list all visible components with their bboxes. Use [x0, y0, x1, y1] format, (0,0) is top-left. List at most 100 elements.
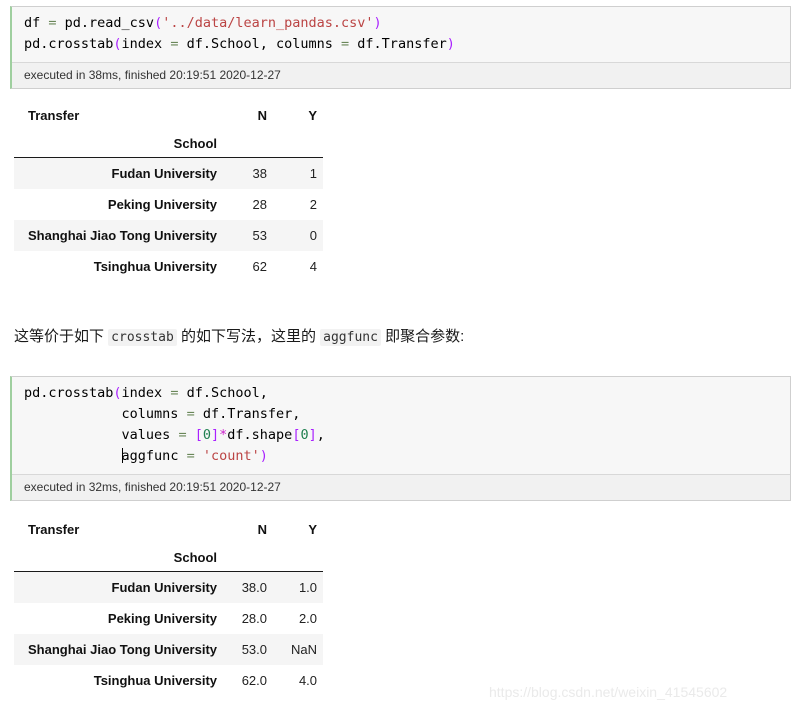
row-index-label: Fudan University: [14, 157, 224, 189]
table-row: Shanghai Jiao Tong University 53.0 NaN: [14, 634, 324, 665]
code-token: =: [186, 406, 195, 422]
dataframe-output-2: Transfer N Y School Fudan University 38.0…: [14, 518, 324, 697]
prose-text-part-3: 即聚合参数:: [380, 328, 465, 345]
site-watermark: https://blog.csdn.net/weixin_41545602: [489, 684, 728, 700]
code-token: 0: [202, 427, 211, 443]
table-cell-y: NaN: [273, 634, 324, 665]
column-header-y: Y: [308, 522, 318, 537]
columns-name-row: Transfer N Y: [14, 104, 323, 128]
code-token: (: [113, 385, 122, 401]
code-cell-1[interactable]: df = pd.read_csv('../data/learn_pandas.c…: [10, 6, 791, 89]
code-token: =: [186, 448, 195, 464]
code-token: (: [154, 15, 163, 31]
code-token: (: [113, 36, 122, 52]
column-header-n: N: [257, 108, 268, 123]
columns-axis-name: Transfer: [28, 522, 80, 537]
code-token: pd.read_csv: [56, 15, 155, 31]
prose-text-part-2: 的如下写法，这里的: [176, 328, 321, 345]
prose-text-part-1: 这等价于如下: [14, 328, 109, 345]
inline-code-crosstab: crosstab: [108, 329, 177, 346]
code-cell-2[interactable]: pd.crosstab(index = df.School, columns =…: [10, 376, 791, 501]
code-token: pd.crosstab: [24, 385, 114, 401]
code-token: ]: [211, 427, 220, 443]
dataframe-table-2: Transfer N Y School Fudan University 38.0…: [14, 518, 324, 697]
column-header-y: Y: [308, 108, 318, 123]
index-row-spacer-n: [223, 128, 274, 158]
code-token: ): [373, 15, 382, 31]
table-cell-y: 2: [309, 197, 318, 212]
row-index-label: Peking University: [107, 611, 218, 626]
index-row-spacer-n: [223, 542, 274, 572]
index-row-spacer-y: [273, 542, 324, 572]
table-cell-y: 4: [309, 259, 318, 274]
index-name-row: School: [14, 542, 324, 572]
table-cell-n: 38.0: [223, 571, 274, 603]
row-index-label: Peking University: [107, 197, 218, 212]
table-row: Tsinghua University 62.0 4.0: [14, 665, 323, 696]
row-index-label: Shanghai Jiao Tong University: [14, 220, 224, 251]
code-token: index: [121, 36, 171, 52]
table-row: Fudan University 38 1: [14, 157, 324, 189]
index-axis-name: School: [14, 128, 224, 158]
code-token: [: [194, 427, 203, 443]
table-cell-n: 62: [252, 259, 268, 274]
table-row: Tsinghua University 62 4: [14, 251, 323, 282]
code-token: 'count': [202, 448, 260, 464]
code-token: df.shape: [227, 427, 293, 443]
explanatory-paragraph: 这等价于如下 crosstab 的如下写法，这里的 aggfunc 即聚合参数:: [14, 326, 464, 349]
code-token: index: [121, 385, 171, 401]
table-row: Fudan University 38.0 1.0: [14, 571, 324, 603]
table-row: Peking University 28 2: [14, 189, 323, 220]
code-token: columns: [24, 406, 187, 422]
execution-status-2: executed in 32ms, finished 20:19:51 2020…: [12, 474, 790, 500]
table-body-2: Fudan University 38.0 1.0 Peking University…: [14, 571, 324, 697]
code-token: =: [178, 427, 187, 443]
code-token: df.Transfer: [349, 36, 447, 52]
table-cell-n: 28: [252, 197, 268, 212]
code-token: '../data/learn_pandas.csv': [162, 15, 374, 31]
execution-status-1: executed in 38ms, finished 20:19:51 2020…: [12, 62, 790, 88]
dataframe-table-1: Transfer N Y School Fudan University 38 1 P…: [14, 104, 324, 283]
code-token: values: [24, 427, 179, 443]
code-editor-2[interactable]: pd.crosstab(index = df.School, columns =…: [12, 377, 790, 474]
index-row-spacer-y: [273, 128, 324, 158]
columns-axis-name: Transfer: [28, 108, 80, 123]
code-token: df.Transfer,: [194, 406, 301, 422]
table-row: Peking University 28.0 2.0: [14, 603, 323, 634]
table-cell-n: 53: [223, 220, 274, 251]
row-index-label: Tsinghua University: [93, 259, 218, 274]
table-body-1: Fudan University 38 1 Peking University 28 2 S…: [14, 157, 324, 283]
table-cell-n: 38: [223, 157, 274, 189]
column-header-n: N: [257, 522, 268, 537]
code-token: ): [259, 448, 268, 464]
code-token: aggfunc: [121, 448, 187, 464]
code-token: =: [48, 15, 57, 31]
code-token: ): [446, 36, 455, 52]
row-index-label: Fudan University: [14, 571, 224, 603]
table-header-2: Transfer N Y School: [14, 518, 324, 572]
index-axis-name: School: [14, 542, 224, 572]
table-cell-y: 2.0: [298, 611, 318, 626]
code-token: pd.crosstab: [24, 36, 114, 52]
table-cell-n: 53.0: [223, 634, 274, 665]
inline-code-aggfunc: aggfunc: [320, 329, 381, 346]
dataframe-output-1: Transfer N Y School Fudan University 38 1 P…: [14, 104, 324, 283]
table-cell-y: 1: [273, 157, 324, 189]
code-token: ]: [308, 427, 317, 443]
table-cell-n: 62.0: [241, 673, 268, 688]
row-index-label: Shanghai Jiao Tong University: [14, 634, 224, 665]
columns-name-row: Transfer N Y: [14, 518, 323, 542]
row-index-label: Tsinghua University: [93, 673, 218, 688]
table-cell-n: 28.0: [241, 611, 268, 626]
code-token: df: [24, 15, 49, 31]
code-token: ,: [316, 427, 325, 443]
code-token: df.School, columns: [178, 36, 342, 52]
code-editor-1[interactable]: df = pd.read_csv('../data/learn_pandas.c…: [12, 7, 790, 62]
table-row: Shanghai Jiao Tong University 53 0: [14, 220, 324, 251]
index-name-row: School: [14, 128, 324, 158]
table-cell-y: 4.0: [298, 673, 318, 688]
table-header-1: Transfer N Y School: [14, 104, 324, 158]
